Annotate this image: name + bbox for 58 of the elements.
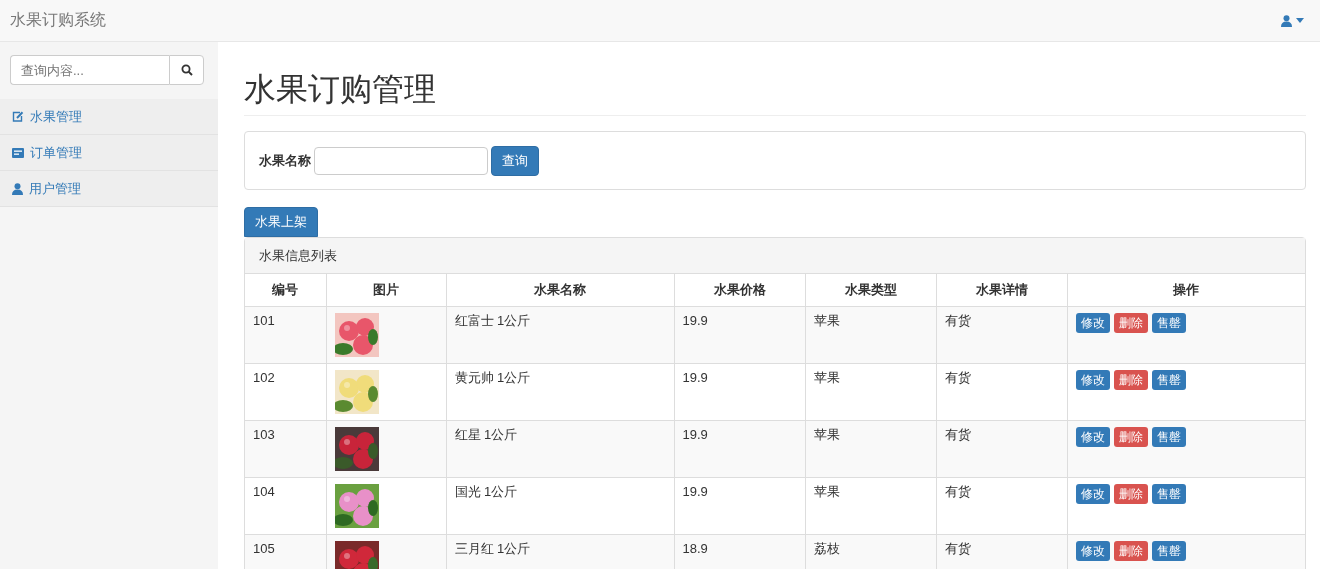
search-button[interactable]	[169, 55, 204, 85]
delete-button[interactable]: 删除	[1113, 541, 1148, 561]
table-cell: 红富士 1公斤	[446, 306, 674, 364]
column-header: 编号	[245, 274, 326, 307]
user-icon	[12, 182, 23, 195]
column-header: 水果详情	[936, 274, 1067, 307]
sold-out-button[interactable]: 售罄	[1151, 541, 1186, 561]
table-cell: 101	[245, 306, 326, 364]
table-cell: 有货	[936, 534, 1067, 569]
column-header: 水果价格	[674, 274, 805, 307]
delete-button[interactable]: 删除	[1113, 313, 1148, 333]
table-cell: 有货	[936, 420, 1067, 478]
sidebar-item[interactable]: 用户管理	[0, 171, 218, 207]
edit-icon	[12, 111, 24, 122]
table-cell: 苹果	[805, 420, 936, 478]
column-header: 水果名称	[446, 274, 674, 307]
input-field[interactable]	[314, 146, 488, 175]
table-cell: 三月红 1公斤	[446, 534, 674, 569]
app-brand[interactable]: 水果订购系统	[10, 10, 106, 31]
search-icon	[180, 64, 193, 76]
edit-button[interactable]: 修改	[1075, 313, 1110, 333]
edit-button[interactable]: 修改	[1075, 370, 1110, 390]
edit-button[interactable]: 修改	[1075, 484, 1110, 504]
edit-button[interactable]: 修改	[1075, 427, 1110, 447]
table-cell: 红星 1公斤	[446, 420, 674, 478]
sold-out-button[interactable]: 售罄	[1151, 370, 1186, 390]
table-cell: 105	[245, 534, 326, 569]
table-cell: 苹果	[805, 306, 936, 364]
column-header: 操作	[1067, 274, 1305, 307]
column-header: 图片	[326, 274, 446, 307]
caret-icon	[1296, 18, 1304, 23]
table-cell: 有货	[936, 306, 1067, 364]
sold-out-button[interactable]: 售罄	[1151, 427, 1186, 447]
sold-out-button[interactable]: 售罄	[1151, 484, 1186, 504]
sidebar-label: 订单管理	[30, 143, 82, 162]
edit-button[interactable]: 修改	[1075, 541, 1110, 561]
delete-button[interactable]: 删除	[1113, 427, 1148, 447]
sidebar-label: 用户管理	[29, 179, 81, 198]
sold-out-button[interactable]: 售罄	[1151, 313, 1186, 333]
panel-heading: 水果信息列表	[259, 246, 337, 265]
table-cell: 荔枝	[805, 534, 936, 569]
sidebar-item[interactable]: 订单管理	[0, 135, 218, 171]
search-field[interactable]: 查询内容...	[10, 55, 169, 85]
add-button[interactable]: 水果上架	[244, 207, 318, 237]
table-cell: 103	[245, 420, 326, 478]
sidebar-label: 水果管理	[30, 107, 82, 126]
card-icon	[12, 147, 24, 158]
column-header: 水果类型	[805, 274, 936, 307]
user-icon	[1281, 14, 1292, 27]
delete-button[interactable]: 删除	[1113, 370, 1148, 390]
page-title: 水果订购管理	[244, 68, 1306, 116]
table-cell: 18.9	[674, 534, 805, 569]
table-cell: 19.9	[674, 306, 805, 364]
delete-button[interactable]: 删除	[1113, 484, 1148, 504]
field-label: 水果名称	[259, 151, 311, 170]
table-cell: 19.9	[674, 420, 805, 478]
sidebar-item[interactable]: 水果管理	[0, 99, 218, 135]
search-button[interactable]: 查询	[491, 145, 539, 176]
